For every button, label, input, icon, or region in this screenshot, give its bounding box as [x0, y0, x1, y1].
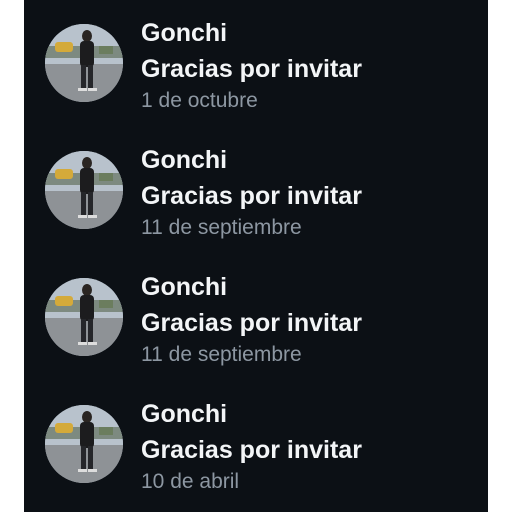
- notification-date: 10 de abril: [141, 470, 240, 493]
- notification-date: 11 de septiembre: [141, 343, 302, 366]
- avatar[interactable]: [45, 405, 123, 483]
- avatar[interactable]: [45, 278, 123, 356]
- sender-name: Gonchi: [141, 273, 228, 301]
- profile-photo-icon: [45, 24, 123, 102]
- notification-item[interactable]: Gonchi Gracias por invitar 1 de octubre: [24, 18, 488, 128]
- notification-message: Gracias por invitar: [141, 309, 362, 337]
- sender-name: Gonchi: [141, 19, 228, 47]
- notification-item[interactable]: Gonchi Gracias por invitar 10 de abril: [24, 399, 488, 509]
- notification-message: Gracias por invitar: [141, 436, 362, 464]
- notification-list: Gonchi Gracias por invitar 1 de octubre …: [24, 0, 488, 512]
- sender-name: Gonchi: [141, 146, 228, 174]
- profile-photo-icon: [45, 405, 123, 483]
- notification-item[interactable]: Gonchi Gracias por invitar 11 de septiem…: [24, 272, 488, 382]
- notification-item[interactable]: Gonchi Gracias por invitar 11 de septiem…: [24, 145, 488, 255]
- profile-photo-icon: [45, 278, 123, 356]
- notification-date: 11 de septiembre: [141, 216, 302, 239]
- avatar[interactable]: [45, 151, 123, 229]
- profile-photo-icon: [45, 151, 123, 229]
- notification-message: Gracias por invitar: [141, 182, 362, 210]
- avatar[interactable]: [45, 24, 123, 102]
- sender-name: Gonchi: [141, 400, 228, 428]
- notification-message: Gracias por invitar: [141, 55, 362, 83]
- notification-date: 1 de octubre: [141, 89, 258, 112]
